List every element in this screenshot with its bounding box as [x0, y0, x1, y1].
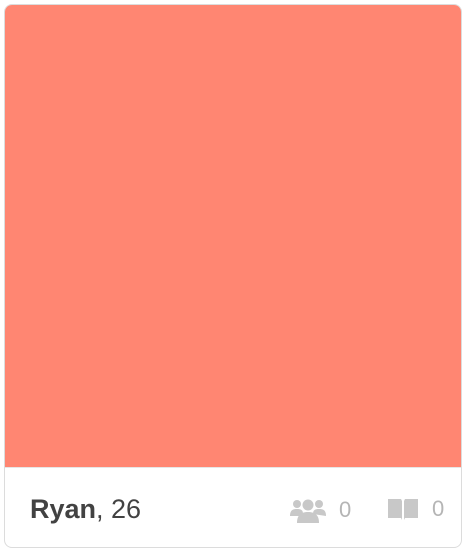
profile-age: , 26: [96, 494, 142, 524]
book-icon: [386, 496, 420, 522]
friends-icon: [289, 496, 327, 524]
shared-friends-stat: 0: [289, 496, 351, 524]
shared-friends-count: 0: [339, 497, 352, 522]
name-age: Ryan, 26: [30, 494, 141, 525]
profile-photo[interactable]: [5, 5, 461, 467]
profile-card[interactable]: Ryan, 26 0 0: [4, 4, 462, 548]
shared-interests-stat: 0: [386, 496, 444, 522]
profile-info-bar: Ryan, 26 0 0: [5, 467, 461, 547]
shared-interests-count: 0: [432, 496, 445, 521]
profile-name: Ryan: [30, 494, 97, 524]
